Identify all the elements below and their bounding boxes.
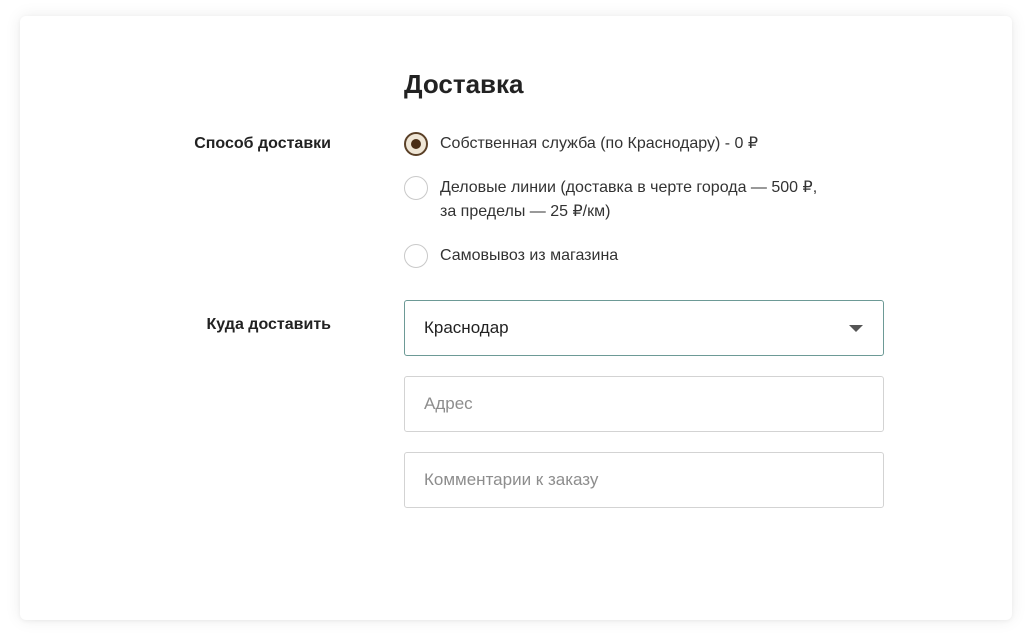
address-input[interactable] (404, 376, 884, 432)
order-comment-input[interactable] (404, 452, 884, 508)
destination-label: Куда доставить (206, 316, 331, 333)
section-title: Доставка (404, 69, 524, 99)
city-select-value: Краснодар (424, 318, 509, 337)
radio-circle-checked-icon[interactable] (404, 132, 428, 156)
radio-own-service-label: Собственная служба (по Краснодару) - 0 ₽ (440, 132, 758, 156)
radio-pickup-text: Самовывоз из магазина (440, 247, 619, 264)
city-select[interactable]: Краснодар (404, 300, 884, 356)
delivery-card: Доставка Способ доставки Собственная слу… (20, 16, 1012, 620)
radio-delovye-linii-label: Деловые линии (доставка в черте города —… (440, 176, 817, 224)
chevron-down-icon[interactable] (849, 324, 863, 332)
radio-circle-icon[interactable] (404, 244, 428, 268)
delivery-method-radio-group: Собственная служба (по Краснодару) - 0 ₽… (404, 132, 844, 268)
radio-pickup-label: Самовывоз из магазина (440, 244, 618, 268)
radio-own-service-text: Собственная служба (по Краснодару) - 0 ₽ (440, 135, 759, 152)
radio-delovye-linii-text-line2: за пределы — 25 ₽/км) (440, 203, 611, 220)
radio-delovye-linii[interactable]: Деловые линии (доставка в черте города —… (404, 176, 844, 224)
radio-own-service[interactable]: Собственная служба (по Краснодару) - 0 ₽ (404, 132, 844, 156)
radio-pickup[interactable]: Самовывоз из магазина (404, 244, 844, 268)
radio-circle-icon[interactable] (404, 176, 428, 200)
radio-delovye-linii-text-line1: Деловые линии (доставка в черте города —… (440, 179, 818, 196)
delivery-method-label: Способ доставки (194, 135, 331, 152)
